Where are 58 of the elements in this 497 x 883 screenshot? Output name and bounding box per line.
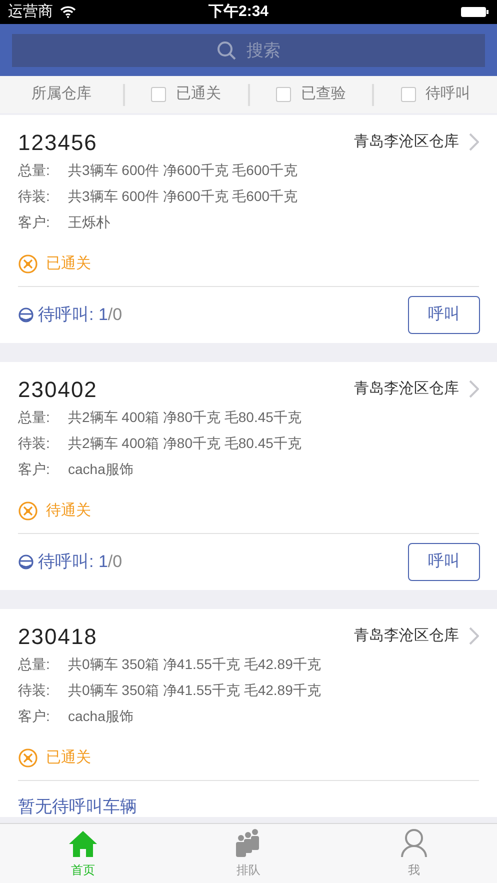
order-number: 230402 [18,376,98,404]
queue-count: 待呼叫: 1/0 [38,304,122,326]
home-icon [68,830,98,858]
carrier-name: 运营商 [8,2,53,22]
wifi-icon [60,6,76,18]
detail-value: 共0辆车 350箱 净41.55千克 毛42.89千克 [68,680,321,700]
detail-label: 客户: [18,460,51,478]
chevron-right-icon [469,380,479,398]
detail-label: 待装: [18,186,51,206]
customs-icon [18,501,38,521]
warehouse-name[interactable]: 青岛李沧区仓库 [354,624,459,648]
detail-label: 客户: [18,706,51,726]
customs-icon [18,254,38,274]
detail-value: 共3辆车 600件 净600千克 毛600千克 [68,186,298,206]
search-field[interactable]: 搜索 [12,34,485,67]
filter-checkbox[interactable] [276,87,291,102]
detail-value: 共2辆车 400箱 净80千克 毛80.45千克 [68,434,302,452]
call-button[interactable]: 呼叫 [408,296,480,334]
clock-time: 下午2:34 [208,2,270,22]
detail-value: 共3辆车 600件 净600千克 毛600千克 [68,160,298,180]
filter-checkbox[interactable] [151,87,166,102]
person-icon [400,828,428,858]
tab-item[interactable]: 排队 [166,824,332,883]
no-vehicles-message: 暂无待呼叫车辆 [18,796,138,818]
chevron-right-icon [469,133,479,151]
search-icon [216,40,236,60]
detail-value: 共2辆车 400箱 净80千克 毛80.45千克 [68,408,302,426]
warehouse-name[interactable]: 青岛李沧区仓库 [354,130,459,154]
filter-label[interactable]: 已通关 [176,83,222,106]
warehouse-filter[interactable]: 所属仓库 [31,83,92,106]
detail-label: 总量: [18,160,51,180]
order-number: 230418 [18,622,98,650]
detail-label: 总量: [18,408,51,426]
filter-label[interactable]: 已查验 [300,83,346,106]
detail-label: 待装: [18,680,51,700]
detail-label: 待装: [18,434,51,452]
order-number: 123456 [18,128,98,156]
detail-label: 总量: [18,654,51,674]
detail-value: 共0辆车 350箱 净41.55千克 毛42.89千克 [68,654,321,674]
customs-status: 已通关 [46,748,91,768]
call-button[interactable]: 呼叫 [408,543,480,581]
filter-checkbox[interactable] [400,87,416,102]
warehouse-name[interactable]: 青岛李沧区仓库 [354,378,459,400]
driver-icon [18,553,34,571]
customs-icon [18,748,38,768]
detail-label: 客户: [18,212,51,232]
customs-status: 待通关 [46,500,91,521]
queue-count: 待呼叫: 1/0 [38,551,122,574]
battery-icon [461,6,489,18]
driver-icon [18,306,34,324]
detail-value: cacha服饰 [68,460,134,478]
detail-value: 王烁朴 [68,212,110,232]
tab-item[interactable]: 首页 [0,824,166,883]
filter-label[interactable]: 待呼叫 [426,83,471,106]
detail-value: cacha服饰 [68,706,134,726]
customs-status: 已通关 [46,254,91,274]
tab-item[interactable]: 我 [331,824,497,883]
chevron-right-icon [469,627,479,645]
